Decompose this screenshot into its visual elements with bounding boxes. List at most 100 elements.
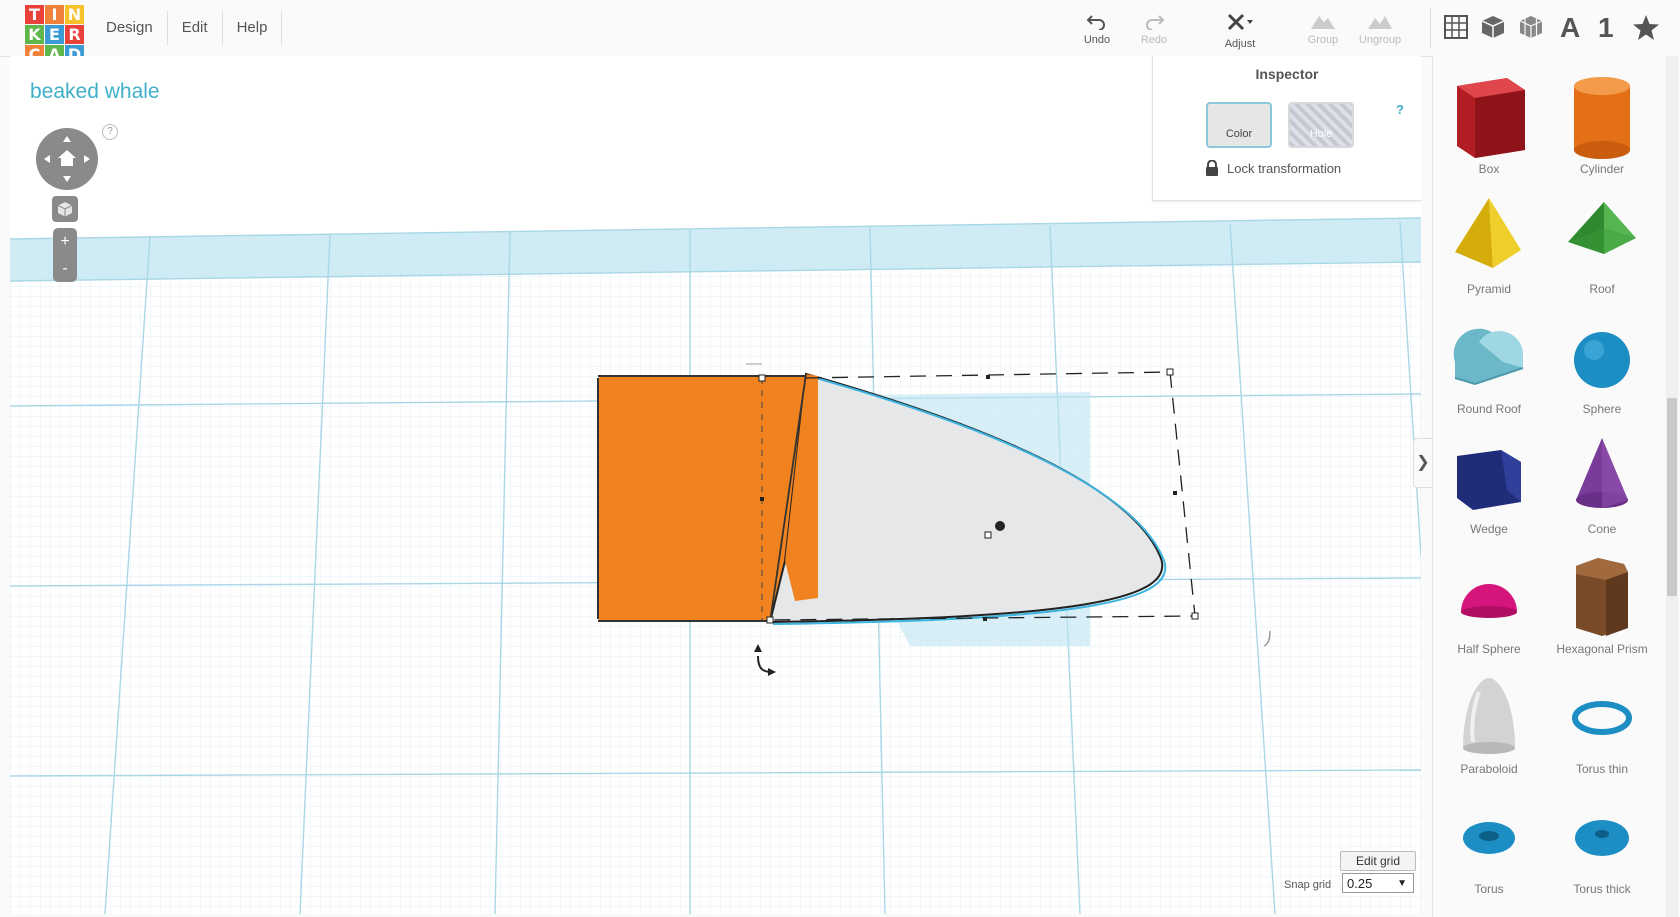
adjust-button[interactable]: Adjust — [1210, 12, 1270, 50]
sphere-shape-icon — [1574, 332, 1630, 388]
view-cube-icon — [57, 202, 73, 217]
number-tool-icon[interactable]: 1 — [1598, 12, 1614, 44]
shape-label: Round Roof — [1456, 402, 1522, 416]
inspector-panel: Inspector Color Hole ? Lock transformati… — [1152, 56, 1421, 201]
inspector-help-icon[interactable]: ? — [1396, 102, 1404, 117]
ungroup-label: Ungroup — [1358, 34, 1402, 46]
shape-half-sphere[interactable]: Half Sphere — [1433, 542, 1545, 656]
wireframe-box-icon[interactable] — [1518, 14, 1544, 40]
hole-swatch-button[interactable]: Hole — [1288, 102, 1354, 148]
undo-button[interactable]: Undo — [1067, 12, 1127, 46]
shape-label: Cone — [1587, 522, 1617, 536]
redo-label: Redo — [1140, 34, 1168, 46]
group-button[interactable]: Group — [1293, 12, 1353, 46]
ungroup-button[interactable]: Ungroup — [1350, 12, 1410, 46]
shape-torus-thick[interactable]: Torus thick — [1546, 782, 1658, 896]
shape-box[interactable]: Box — [1433, 62, 1545, 176]
hexagonal-prism-shape-icon — [1576, 558, 1628, 636]
cylinder-shape-icon — [1574, 77, 1630, 159]
shape-label: Half Sphere — [1457, 642, 1521, 656]
cone-shape-icon — [1576, 438, 1628, 508]
logo-letter: K — [25, 25, 44, 44]
torus-thick-shape-icon — [1575, 820, 1629, 856]
shape-label: Roof — [1589, 282, 1615, 296]
nav-help-icon[interactable]: ? — [102, 124, 118, 140]
shape-cone[interactable]: Cone — [1546, 422, 1658, 536]
shapes-panel-scroll-thumb[interactable] — [1667, 398, 1677, 596]
shape-cylinder[interactable]: Cylinder — [1546, 62, 1658, 176]
pyramid-shape-icon — [1455, 198, 1521, 268]
project-title[interactable]: beaked whale — [30, 80, 160, 104]
logo-letter: R — [65, 25, 84, 44]
zoom-out-button[interactable]: - — [53, 255, 77, 282]
half-sphere-shape-icon — [1461, 584, 1517, 618]
roof-shape-icon — [1568, 202, 1636, 254]
logo-letter: I — [45, 5, 64, 24]
group-label: Group — [1307, 34, 1339, 46]
top-bar: TINKERCAD Design Edit Help Undo Redo Adj… — [0, 0, 1680, 64]
menu-edit[interactable]: Edit — [168, 11, 223, 45]
menu-help[interactable]: Help — [223, 11, 283, 45]
panel-collapse-button[interactable]: ❯ — [1413, 438, 1432, 488]
zoom-in-button[interactable]: + — [53, 228, 77, 255]
shape-label: Torus thin — [1575, 762, 1629, 776]
shape-paraboloid[interactable]: Paraboloid — [1433, 662, 1545, 776]
color-label: Color — [1225, 128, 1253, 140]
hole-label: Hole — [1309, 128, 1333, 140]
snap-grid-label: Snap grid — [1284, 879, 1332, 891]
redo-button[interactable]: Redo — [1124, 12, 1184, 46]
shape-torus-thin[interactable]: Torus thin — [1546, 662, 1658, 776]
snap-grid-value: 0.25 — [1347, 876, 1373, 891]
adjust-icon — [1227, 13, 1253, 31]
snap-grid-select[interactable]: 0.25 ▼ — [1342, 873, 1414, 893]
ungroup-icon — [1368, 16, 1392, 29]
workplane-icon[interactable] — [1443, 14, 1469, 40]
zoom-control: + - — [53, 228, 77, 282]
workspace-canvas[interactable]: beaked whale ? + - Inspector Color Hole … — [10, 56, 1421, 914]
logo-letter: T — [25, 5, 44, 24]
chevron-right-icon: ❯ — [1416, 454, 1430, 471]
shape-label: Pyramid — [1466, 282, 1511, 296]
redo-icon — [1146, 15, 1165, 30]
text-tool-icon[interactable]: A — [1560, 12, 1580, 44]
torus-thin-shape-icon — [1572, 701, 1632, 735]
shape-round-roof[interactable]: Round Roof — [1433, 302, 1545, 416]
box-shape-icon — [1457, 78, 1525, 158]
lock-icon — [1206, 160, 1218, 176]
paraboloid-shape-icon — [1463, 678, 1515, 754]
menu-design[interactable]: Design — [92, 11, 168, 45]
shape-label: Paraboloid — [1460, 762, 1518, 776]
lock-transformation-toggle[interactable]: Lock transformation — [1205, 160, 1341, 176]
undo-icon — [1086, 15, 1105, 30]
star-icon[interactable] — [1632, 14, 1660, 42]
logo-letter: E — [45, 25, 64, 44]
color-swatch-button[interactable]: Color — [1206, 102, 1272, 148]
dropdown-arrow-icon: ▼ — [1397, 878, 1407, 889]
inspector-title: Inspector — [1255, 66, 1319, 82]
orbit-control[interactable] — [36, 128, 98, 190]
shape-label: Box — [1478, 162, 1500, 176]
shape-torus[interactable]: Torus — [1433, 782, 1545, 896]
group-icon — [1311, 16, 1335, 29]
shape-roof[interactable]: Roof — [1546, 182, 1658, 296]
logo-letter: N — [65, 5, 84, 24]
round-roof-shape-icon — [1453, 328, 1524, 386]
lock-label: Lock transformation — [1227, 160, 1342, 176]
orbit-arrows-icon — [44, 136, 90, 182]
shape-sphere[interactable]: Sphere — [1546, 302, 1658, 416]
wedge-shape-icon — [1457, 450, 1521, 510]
shape-wedge[interactable]: Wedge — [1433, 422, 1545, 536]
main-menu: Design Edit Help — [92, 0, 283, 56]
shape-label: Sphere — [1582, 402, 1622, 416]
undo-label: Undo — [1083, 34, 1111, 46]
shape-label: Torus — [1474, 882, 1504, 896]
adjust-label: Adjust — [1224, 38, 1256, 50]
shape-label: Wedge — [1470, 522, 1508, 536]
shape-hexagonal-prism[interactable]: Hexagonal Prism — [1546, 542, 1658, 656]
edit-grid-button[interactable]: Edit grid — [1340, 851, 1416, 871]
home-view-button[interactable] — [52, 196, 78, 222]
toolbar-divider — [1430, 8, 1431, 48]
shape-pyramid[interactable]: Pyramid — [1433, 182, 1545, 296]
shape-label: Cylinder — [1579, 162, 1624, 176]
shape-box-icon[interactable] — [1480, 14, 1506, 40]
